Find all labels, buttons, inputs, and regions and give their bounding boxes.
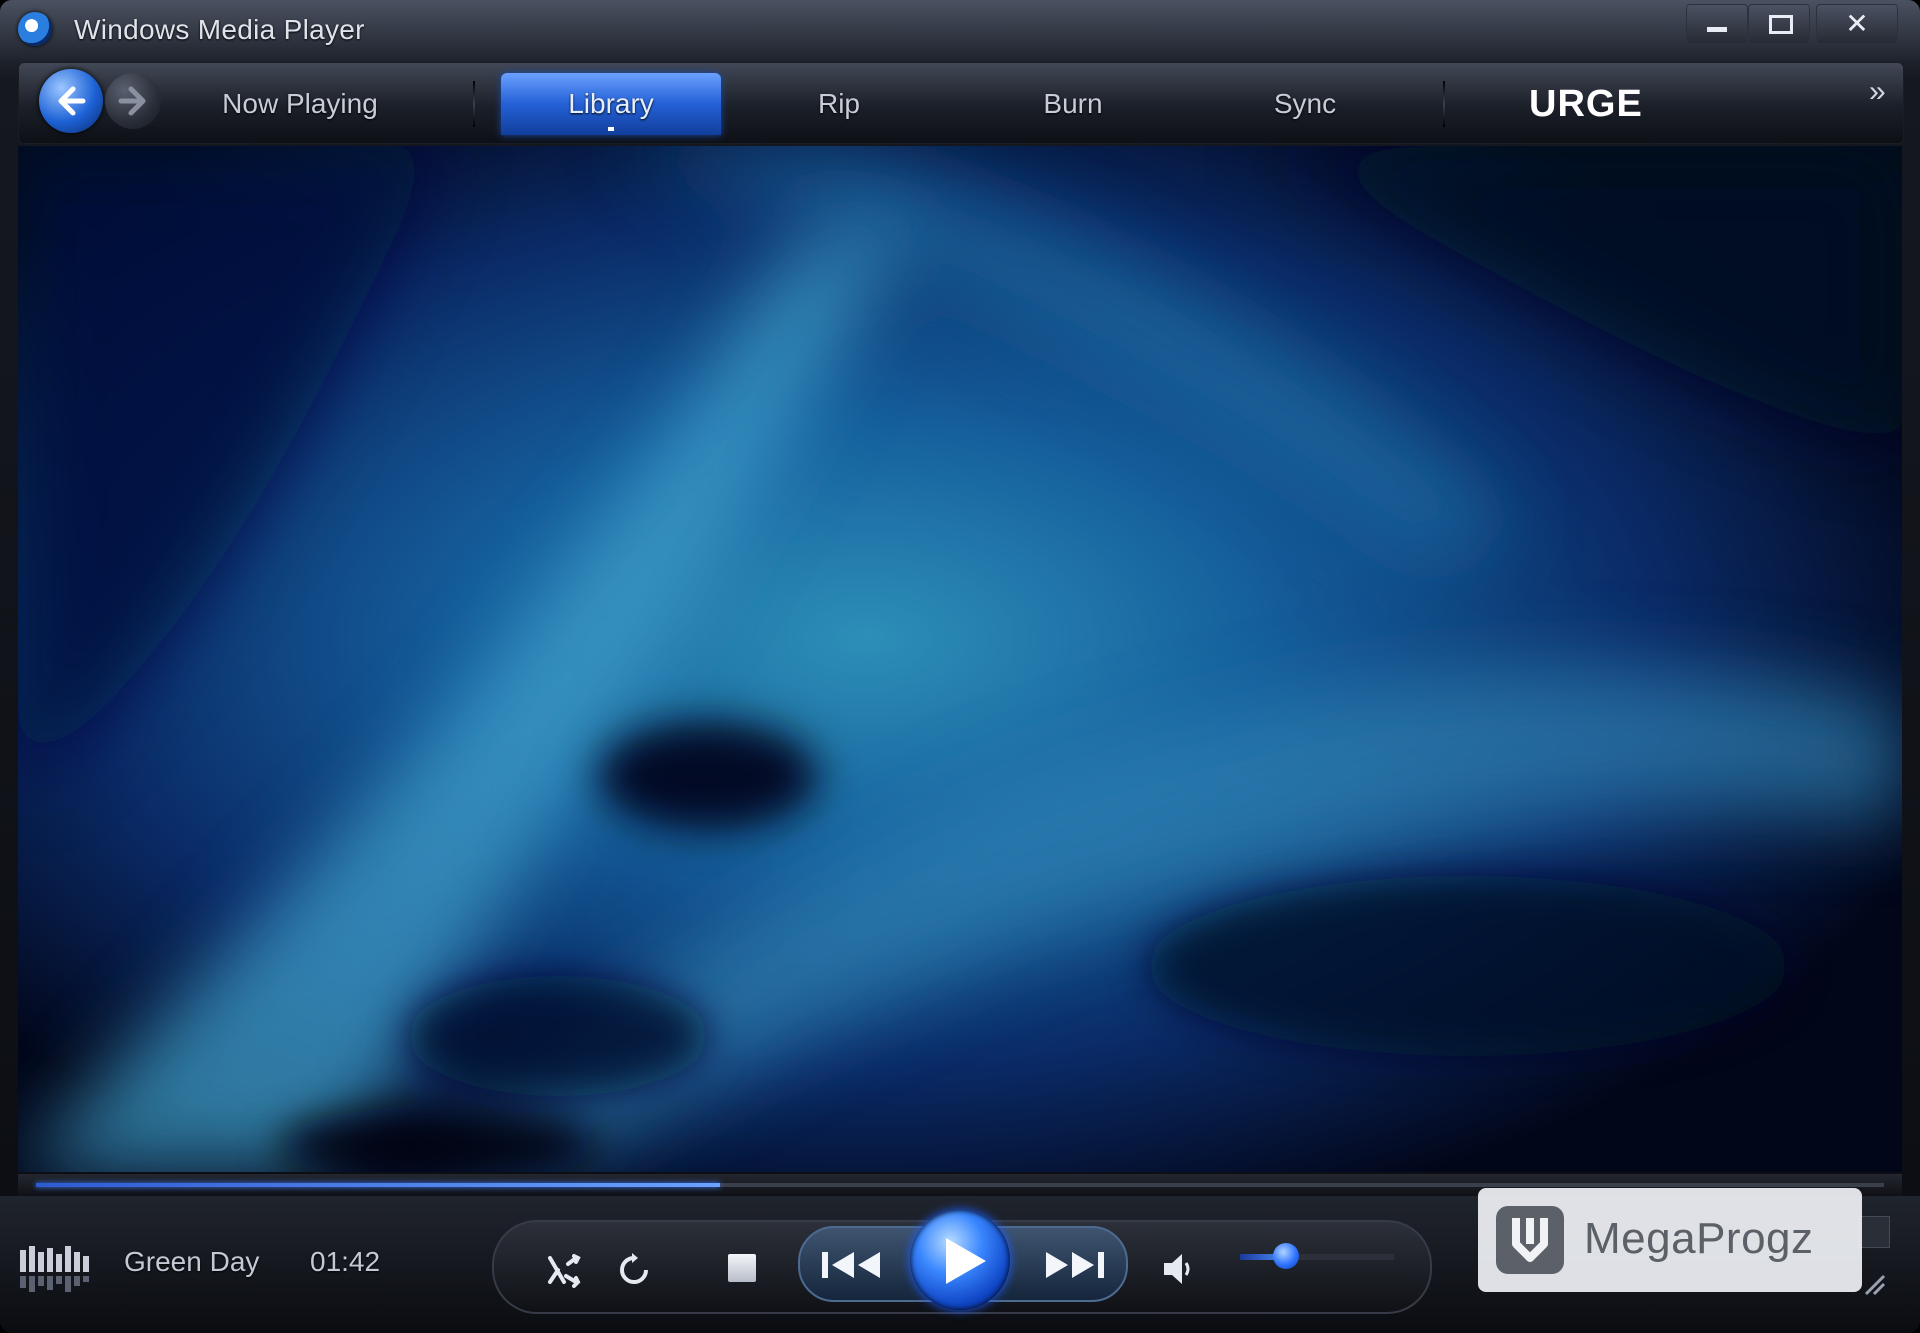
repeat-icon[interactable] xyxy=(616,1252,652,1288)
tab-library[interactable]: Library xyxy=(501,73,721,135)
tab-now-playing[interactable]: Now Playing xyxy=(195,73,405,135)
previous-track-icon[interactable] xyxy=(822,1250,884,1280)
forward-button[interactable] xyxy=(105,73,161,129)
seek-progress xyxy=(36,1183,720,1187)
play-icon xyxy=(946,1238,986,1284)
media-player-window: Windows Media Player ✕ Now Playing Libra… xyxy=(0,0,1920,1333)
watermark-text: MegaProgz xyxy=(1584,1214,1814,1263)
shuffle-icon[interactable] xyxy=(546,1252,582,1288)
forward-arrow-icon xyxy=(118,86,146,116)
minimize-button[interactable] xyxy=(1686,4,1748,44)
visualization-image xyxy=(18,146,1902,1172)
more-tabs-chevron-icon[interactable]: » xyxy=(1869,75,1886,109)
speaker-icon[interactable] xyxy=(1162,1252,1194,1286)
play-button[interactable] xyxy=(910,1210,1010,1310)
title-bar[interactable]: Windows Media Player ✕ xyxy=(0,0,1920,60)
megaprogz-logo xyxy=(1496,1206,1564,1274)
tab-sync[interactable]: Sync xyxy=(1215,73,1395,135)
back-arrow-icon xyxy=(58,86,86,116)
close-button[interactable]: ✕ xyxy=(1816,4,1898,44)
window-title: Windows Media Player xyxy=(74,14,365,45)
urge-store-tab[interactable]: URGE xyxy=(1529,73,1643,135)
stop-icon[interactable] xyxy=(728,1254,756,1282)
visualization-area[interactable] xyxy=(18,146,1902,1172)
tab-divider xyxy=(473,81,475,127)
switch-to-skin-mode-button[interactable] xyxy=(1858,1216,1890,1248)
next-track-icon[interactable] xyxy=(1042,1250,1104,1280)
tab-burn[interactable]: Burn xyxy=(983,73,1163,135)
seek-track xyxy=(36,1183,1884,1187)
equalizer-icon xyxy=(20,1246,89,1292)
now-playing-artist: Green Day xyxy=(124,1246,260,1277)
elapsed-time: 01:42 xyxy=(310,1246,381,1277)
app-logo-icon xyxy=(18,12,52,46)
watermark: MegaProgz xyxy=(1478,1188,1862,1292)
back-button[interactable] xyxy=(39,69,103,133)
volume-slider[interactable] xyxy=(1240,1243,1394,1269)
maximize-button[interactable] xyxy=(1748,4,1810,44)
navigation-bar: Now Playing Library Rip Burn Sync URGE » xyxy=(18,62,1904,144)
resize-grip-icon[interactable] xyxy=(1862,1272,1888,1298)
volume-knob[interactable] xyxy=(1273,1243,1300,1269)
tab-rip[interactable]: Rip xyxy=(749,73,929,135)
tab-divider xyxy=(1443,81,1445,127)
